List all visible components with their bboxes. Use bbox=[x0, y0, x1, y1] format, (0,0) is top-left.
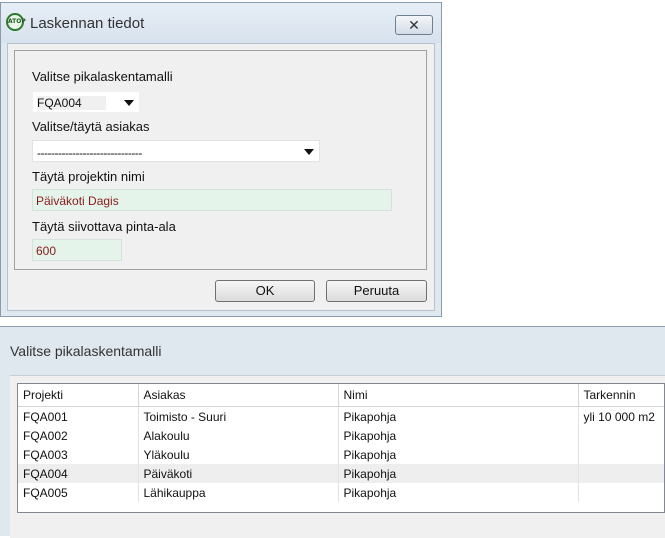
table-row[interactable]: FQA001 Toimisto - Suuri Pikapohja yli 10… bbox=[18, 406, 664, 426]
cell-projekti: FQA001 bbox=[18, 406, 139, 426]
picker-title: Valitse pikalaskentamalli bbox=[10, 343, 162, 359]
chevron-down-icon[interactable] bbox=[304, 149, 314, 155]
model-picker-window: Valitse pikalaskentamalli Projekti Asiak… bbox=[0, 326, 665, 538]
cell-projekti: FQA005 bbox=[18, 483, 139, 502]
area-field[interactable]: 600 bbox=[32, 239, 122, 261]
area-label: Täytä siivottava pinta-ala bbox=[32, 219, 176, 234]
cell-tarkennin: yli 10 000 m2 bbox=[578, 406, 664, 426]
cell-asiakas: Alakoulu bbox=[138, 426, 339, 445]
cell-nimi: Pikapohja bbox=[338, 445, 579, 464]
model-select-value: FQA004 bbox=[37, 96, 106, 110]
cell-nimi: Pikapohja bbox=[338, 483, 579, 502]
cell-projekti: FQA002 bbox=[18, 426, 139, 445]
cell-projekti: FQA004 bbox=[18, 464, 139, 483]
cell-tarkennin bbox=[578, 464, 664, 483]
cell-tarkennin bbox=[578, 445, 664, 464]
dialog-body: Valitse pikalaskentamalli FQA004 Valitse… bbox=[7, 43, 435, 311]
calculation-details-dialog: ATOP Laskennan tiedot ✕ Valitse pikalask… bbox=[0, 2, 442, 317]
close-icon: ✕ bbox=[408, 17, 420, 33]
input-groupbox: Valitse pikalaskentamalli FQA004 Valitse… bbox=[14, 50, 427, 270]
cell-projekti: FQA003 bbox=[18, 445, 139, 464]
column-header-asiakas[interactable]: Asiakas bbox=[138, 384, 339, 407]
cell-nimi: Pikapohja bbox=[338, 426, 579, 445]
table-row[interactable]: FQA002 Alakoulu Pikapohja bbox=[18, 426, 664, 445]
close-button[interactable]: ✕ bbox=[395, 15, 433, 35]
customer-combo-value[interactable]: ------------------------------ bbox=[37, 146, 142, 160]
cell-tarkennin bbox=[578, 426, 664, 445]
column-header-tarkennin[interactable]: Tarkennin bbox=[578, 384, 664, 407]
cell-asiakas: Yläkoulu bbox=[138, 445, 339, 464]
cell-tarkennin bbox=[578, 483, 664, 502]
dialog-title: Laskennan tiedot bbox=[30, 15, 145, 32]
model-grid[interactable]: Projekti Asiakas Nimi Tarkennin FQA001 T… bbox=[17, 383, 665, 513]
cell-asiakas: Lähikauppa bbox=[138, 483, 339, 502]
cell-nimi: Pikapohja bbox=[338, 464, 579, 483]
model-select[interactable]: FQA004 bbox=[32, 91, 140, 113]
area-value[interactable]: 600 bbox=[36, 244, 56, 258]
table-header: Projekti Asiakas Nimi Tarkennin bbox=[18, 384, 664, 407]
picker-body: Projekti Asiakas Nimi Tarkennin FQA001 T… bbox=[10, 375, 665, 538]
table-row[interactable]: FQA005 Lähikauppa Pikapohja bbox=[18, 483, 664, 502]
model-table: Projekti Asiakas Nimi Tarkennin FQA001 T… bbox=[18, 384, 664, 502]
cancel-button[interactable]: Peruuta bbox=[326, 280, 427, 302]
column-header-nimi[interactable]: Nimi bbox=[338, 384, 579, 407]
project-name-value[interactable]: Päiväkoti Dagis bbox=[36, 194, 119, 208]
dialog-titlebar[interactable]: ATOP Laskennan tiedot ✕ bbox=[1, 3, 441, 43]
column-header-projekti[interactable]: Projekti bbox=[18, 384, 139, 407]
cell-asiakas: Päiväkoti bbox=[138, 464, 339, 483]
table-row-selected[interactable]: FQA004 Päiväkoti Pikapohja bbox=[18, 464, 664, 483]
cell-nimi: Pikapohja bbox=[338, 406, 579, 426]
project-name-label: Täytä projektin nimi bbox=[32, 169, 145, 184]
table-row[interactable]: FQA003 Yläkoulu Pikapohja bbox=[18, 445, 664, 464]
chevron-down-icon[interactable] bbox=[124, 100, 134, 106]
customer-combo[interactable]: ------------------------------ bbox=[32, 140, 320, 162]
app-logo-icon: ATOP bbox=[6, 13, 26, 31]
ok-button[interactable]: OK bbox=[215, 280, 315, 302]
cell-asiakas: Toimisto - Suuri bbox=[138, 406, 339, 426]
customer-label: Valitse/täytä asiakas bbox=[32, 119, 150, 134]
project-name-field[interactable]: Päiväkoti Dagis bbox=[32, 189, 392, 211]
model-label: Valitse pikalaskentamalli bbox=[32, 69, 173, 84]
